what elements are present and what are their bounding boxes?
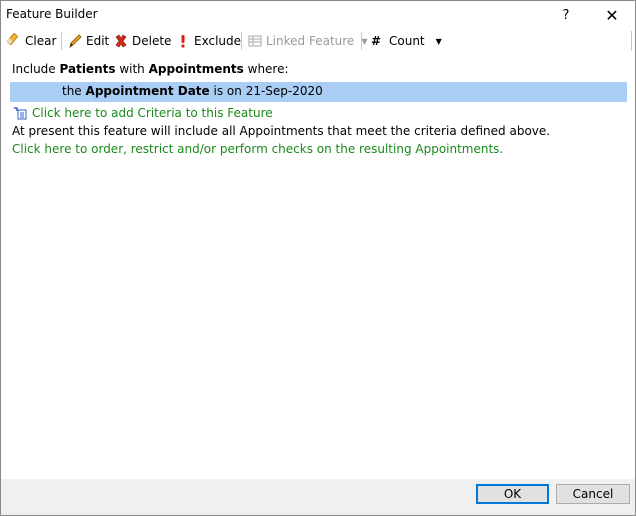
entity-name[interactable]: Patients	[60, 62, 116, 76]
clear-label: Clear	[25, 34, 57, 48]
add-criteria-link[interactable]: Click here to add Criteria to this Featu…	[12, 105, 273, 121]
criteria-panel: Include Patients with Appointments where…	[1, 53, 635, 478]
criteria-value: 21-Sep-2020	[245, 84, 323, 98]
with-word: with	[119, 62, 145, 76]
title-bar: Feature Builder ? ✕	[1, 1, 635, 29]
where-word: where:	[247, 62, 289, 76]
count-label: Count	[389, 34, 425, 48]
count-button[interactable]: # Count ▼	[368, 31, 442, 51]
close-button[interactable]: ✕	[589, 1, 635, 29]
related-entity[interactable]: Appointments	[149, 62, 244, 76]
table-icon	[247, 33, 263, 49]
toolbar-separator	[61, 32, 62, 50]
criteria-operator: is on	[213, 84, 242, 98]
exclude-button[interactable]: Exclude	[175, 31, 241, 51]
criteria-field: Appointment Date	[85, 84, 210, 98]
order-restrict-link[interactable]: Click here to order, restrict and/or per…	[12, 142, 503, 156]
row-prefix: the	[62, 84, 82, 98]
exclude-label: Exclude	[194, 34, 242, 48]
edit-button[interactable]: Edit	[67, 31, 109, 51]
toolbar-separator	[361, 32, 362, 50]
window-title: Feature Builder	[6, 7, 98, 21]
summary-text: At present this feature will include all…	[12, 124, 551, 138]
pencil-icon	[67, 33, 83, 49]
include-statement: Include Patients with Appointments where…	[12, 62, 289, 76]
delete-x-icon	[113, 33, 129, 49]
cancel-button[interactable]: Cancel	[556, 484, 630, 504]
include-word: Include	[12, 62, 56, 76]
add-criteria-text: Click here to add Criteria to this Featu…	[32, 106, 273, 120]
help-button[interactable]: ?	[543, 1, 589, 29]
toolbar-separator	[241, 32, 242, 50]
linked-feature-label: Linked Feature	[266, 34, 355, 48]
exclamation-icon	[175, 33, 191, 49]
ok-button[interactable]: OK	[476, 484, 549, 504]
criteria-row-text[interactable]: the Appointment Date is on 21-Sep-2020	[62, 84, 323, 98]
feature-builder-window: Feature Builder ? ✕ Clear Edit Delete Ex…	[0, 0, 636, 516]
linked-feature-button[interactable]: Linked Feature ▼	[247, 31, 367, 51]
edit-label: Edit	[86, 34, 110, 48]
toolbar-edge	[631, 31, 632, 51]
dialog-footer: OK Cancel	[1, 479, 635, 515]
delete-label: Delete	[132, 34, 172, 48]
hash-icon: #	[370, 34, 382, 48]
delete-button[interactable]: Delete	[113, 31, 171, 51]
toolbar: Clear Edit Delete Exclude Linked Feature…	[1, 29, 635, 53]
chevron-down-icon: ▼	[435, 36, 442, 46]
chevron-down-icon: ▼	[361, 36, 368, 46]
add-criteria-icon	[12, 105, 28, 121]
eraser-icon	[6, 33, 22, 49]
clear-button[interactable]: Clear	[6, 31, 56, 51]
